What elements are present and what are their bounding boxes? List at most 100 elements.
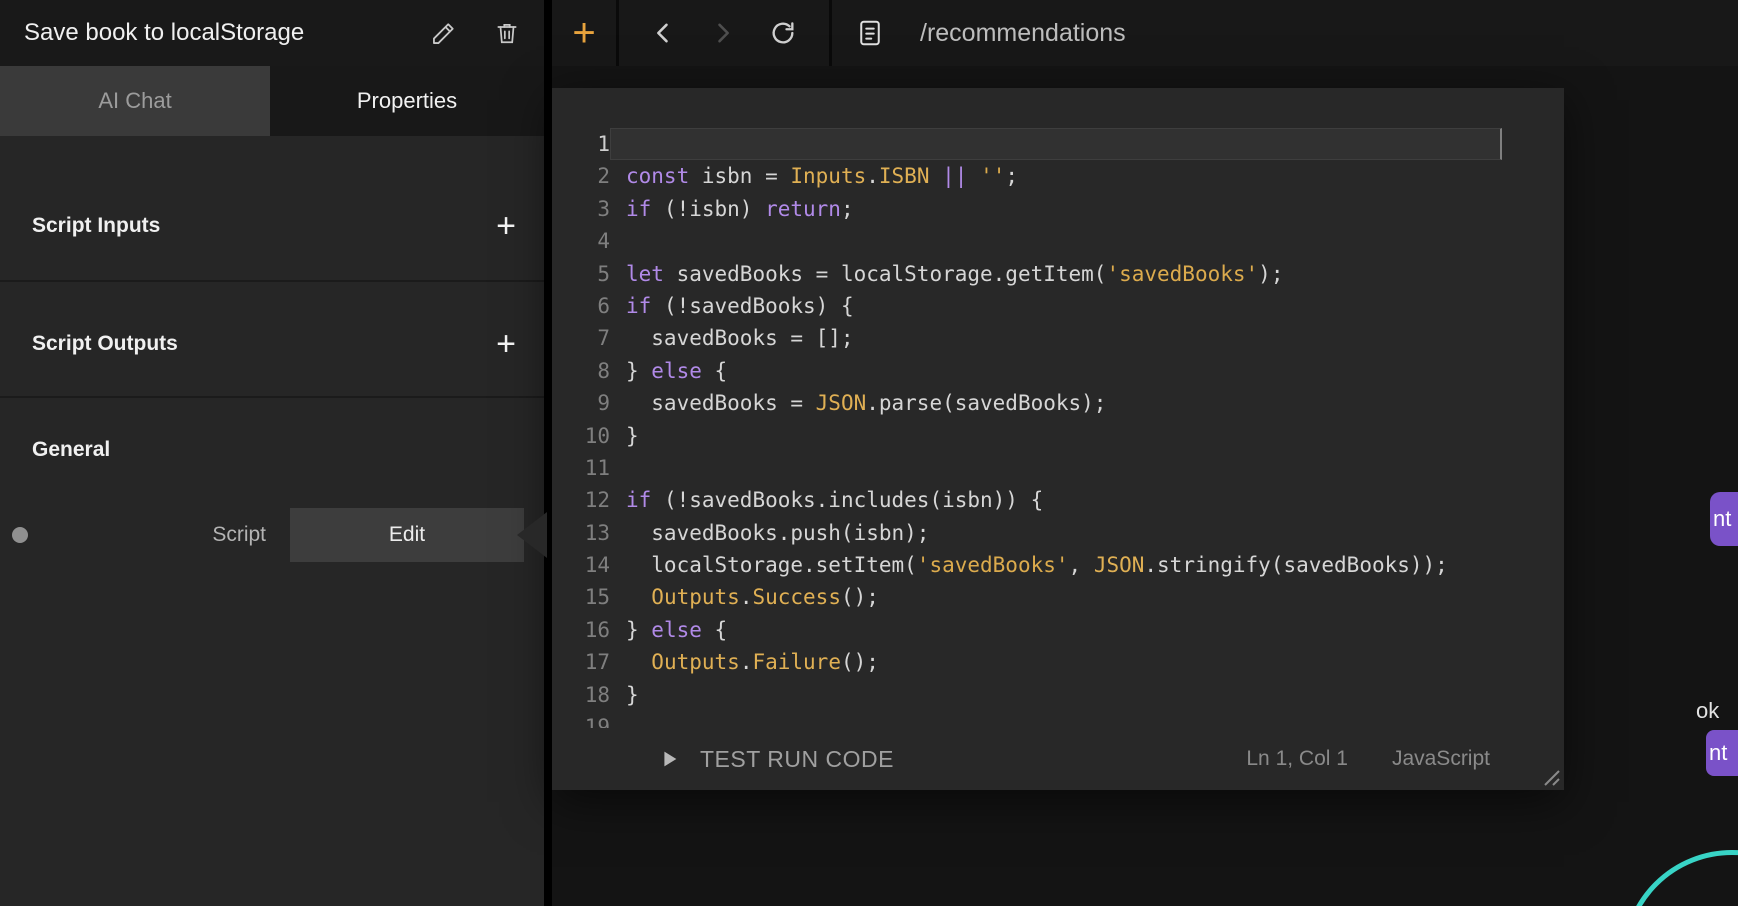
code-line[interactable]: 8} else { (552, 355, 1564, 387)
code-line[interactable]: 9 savedBooks = JSON.parse(savedBooks); (552, 387, 1564, 419)
code-line-text: savedBooks = []; (610, 322, 1502, 354)
code-line[interactable]: 16} else { (552, 614, 1564, 646)
popover-arrow (517, 512, 547, 558)
panel-tabs: AI Chat Properties (0, 66, 544, 136)
language-label: JavaScript (1392, 747, 1490, 771)
add-script-output-button[interactable]: + (484, 322, 528, 366)
code-line-text: } else { (610, 355, 1502, 387)
code-line[interactable]: 5let savedBooks = localStorage.getItem('… (552, 258, 1564, 290)
code-line-text: savedBooks = JSON.parse(savedBooks); (610, 387, 1502, 419)
line-number: 9 (552, 387, 610, 419)
code-line-text (610, 452, 1502, 484)
back-button[interactable] (635, 0, 691, 66)
code-line[interactable]: 6if (!savedBooks) { (552, 290, 1564, 322)
rename-button[interactable] (426, 16, 460, 50)
chevron-right-icon (709, 19, 737, 47)
refresh-button[interactable] (755, 0, 811, 66)
tab-ai-chat[interactable]: AI Chat (0, 66, 270, 136)
code-line-text: if (!savedBooks.includes(isbn)) { (610, 484, 1502, 516)
code-line-text: Outputs.Success(); (610, 581, 1502, 613)
panel-header: Save book to localStorage (0, 0, 544, 66)
node-title: Save book to localStorage (24, 19, 426, 47)
line-number: 11 (552, 452, 610, 484)
code-line-text: if (!isbn) return; (610, 193, 1502, 225)
tab-properties[interactable]: Properties (270, 66, 544, 136)
page-button[interactable] (842, 0, 898, 66)
line-number: 16 (552, 614, 610, 646)
properties-panel: Save book to localStorage AI Chat Proper… (0, 0, 544, 906)
line-number: 2 (552, 160, 610, 192)
pencil-icon (430, 20, 457, 47)
editor-status: Ln 1, Col 1 JavaScript (1246, 747, 1490, 771)
code-line-text: } else { (610, 614, 1502, 646)
line-number: 15 (552, 581, 610, 613)
code-line-text: } (610, 679, 1502, 711)
line-number: 14 (552, 549, 610, 581)
code-line[interactable]: 1 (552, 128, 1564, 160)
code-line-text: localStorage.setItem('savedBooks', JSON.… (610, 549, 1502, 581)
code-line[interactable]: 10} (552, 420, 1564, 452)
add-script-input-button[interactable]: + (484, 204, 528, 248)
code-line-text: savedBooks.push(isbn); (610, 517, 1502, 549)
edit-script-button[interactable]: Edit (290, 508, 524, 562)
code-line-text: } (610, 420, 1502, 452)
code-line-text: Outputs.Failure(); (610, 646, 1502, 678)
line-number: 6 (552, 290, 610, 322)
code-line-text (610, 711, 1502, 728)
code-line[interactable]: 14 localStorage.setItem('savedBooks', JS… (552, 549, 1564, 581)
code-line-text: let savedBooks = localStorage.getItem('s… (610, 258, 1502, 290)
cursor-position: Ln 1, Col 1 (1246, 747, 1348, 771)
code-line[interactable]: 11 (552, 452, 1564, 484)
chevron-left-icon (649, 19, 677, 47)
code-line-text: if (!savedBooks) { (610, 290, 1502, 322)
panel-divider (544, 0, 552, 906)
line-number: 1 (552, 128, 610, 160)
line-number: 4 (552, 225, 610, 257)
line-number: 8 (552, 355, 610, 387)
code-line-text (610, 128, 1502, 160)
test-run-code-label: TEST RUN CODE (700, 746, 894, 773)
occluded-button-fragment[interactable]: nt (1706, 730, 1738, 776)
script-outputs-label: Script Outputs (32, 332, 178, 356)
script-inputs-label: Script Inputs (32, 214, 160, 238)
code-line[interactable]: 13 savedBooks.push(isbn); (552, 517, 1564, 549)
script-property-row: Script Edit (0, 508, 544, 562)
code-line[interactable]: 3if (!isbn) return; (552, 193, 1564, 225)
code-line-text: const isbn = Inputs.ISBN || ''; (610, 160, 1502, 192)
resize-grip[interactable] (1533, 759, 1561, 787)
preview-toolbar: + /recommendations (552, 0, 1738, 66)
delete-button[interactable] (490, 16, 524, 50)
code-lines[interactable]: 12const isbn = Inputs.ISBN || '';3if (!i… (552, 128, 1564, 728)
code-line[interactable]: 17 Outputs.Failure(); (552, 646, 1564, 678)
code-editor-popover: 12const isbn = Inputs.ISBN || '';3if (!i… (552, 88, 1564, 790)
code-line[interactable]: 15 Outputs.Success(); (552, 581, 1564, 613)
toolbar-separator (829, 0, 832, 66)
general-section-label: General (32, 438, 110, 462)
code-line[interactable]: 18} (552, 679, 1564, 711)
code-line[interactable]: 19 (552, 711, 1564, 728)
line-number: 12 (552, 484, 610, 516)
code-line[interactable]: 7 savedBooks = []; (552, 322, 1564, 354)
occluded-text-fragment[interactable]: ok (1696, 698, 1719, 724)
line-number: 7 (552, 322, 610, 354)
section-script-outputs: Script Outputs + (32, 312, 528, 376)
url-path[interactable]: /recommendations (920, 19, 1126, 48)
code-line[interactable]: 4 (552, 225, 1564, 257)
code-line[interactable]: 2const isbn = Inputs.ISBN || ''; (552, 160, 1564, 192)
test-run-code-button[interactable]: TEST RUN CODE (652, 745, 900, 774)
line-number: 13 (552, 517, 610, 549)
editor-footer: TEST RUN CODE Ln 1, Col 1 JavaScript (552, 728, 1564, 790)
app-window: Save book to localStorage AI Chat Proper… (0, 0, 1738, 906)
line-number: 17 (552, 646, 610, 678)
line-number: 10 (552, 420, 610, 452)
toolbar-add-button[interactable]: + (552, 0, 616, 66)
document-icon (855, 18, 885, 48)
code-line[interactable]: 12if (!savedBooks.includes(isbn)) { (552, 484, 1564, 516)
code-line-text (610, 225, 1502, 257)
occluded-button-fragment[interactable]: nt (1710, 492, 1738, 546)
script-port-dot[interactable] (12, 527, 28, 543)
script-property-label: Script (212, 508, 266, 562)
forward-button[interactable] (695, 0, 751, 66)
line-number: 5 (552, 258, 610, 290)
trash-icon (494, 20, 520, 46)
